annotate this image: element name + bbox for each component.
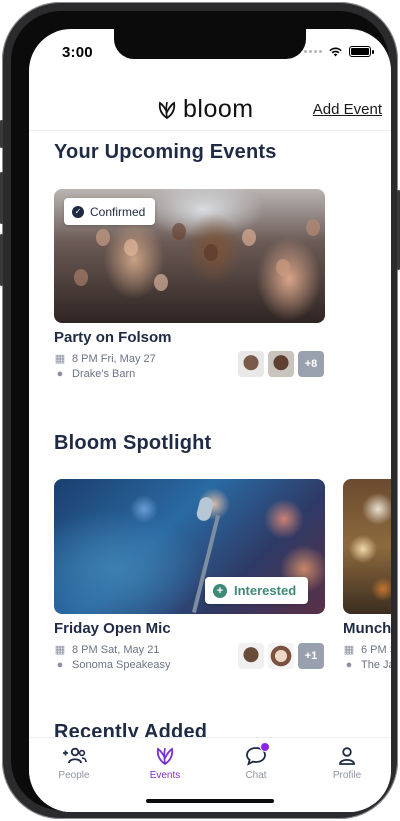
screen: 3:00 bloom Add Event Your Upcoming Event… — [29, 29, 391, 812]
volume-down-button — [0, 234, 3, 286]
phone-frame: 3:00 bloom Add Event Your Upcoming Event… — [0, 2, 400, 819]
notch — [114, 29, 306, 59]
interested-button-label: Interested — [234, 583, 297, 598]
tab-label: Events — [149, 770, 181, 781]
location-pin-icon: ● — [345, 659, 353, 671]
wifi-icon — [329, 47, 342, 57]
avatar — [268, 643, 294, 669]
section-title-upcoming: Your Upcoming Events — [54, 141, 277, 163]
avatar — [268, 351, 294, 377]
tab-people[interactable]: People — [44, 746, 104, 781]
spotlight-event-location-text-2: The Ja — [361, 659, 391, 671]
spotlight-event-location-2: ● The Ja — [343, 659, 391, 671]
upcoming-event-datetime: ▦ 8 PM Fri, May 27 — [54, 352, 156, 366]
spotlight-event-datetime: ▦ 8 PM Sat, May 21 — [54, 643, 160, 657]
chat-notification-dot — [260, 742, 270, 752]
status-time: 3:00 — [62, 44, 93, 61]
microphone-icon — [195, 495, 215, 523]
profile-icon — [339, 747, 355, 765]
bloom-logo: bloom — [157, 95, 254, 124]
confirmed-badge-label: Confirmed — [90, 204, 146, 219]
plus-icon: + — [213, 583, 227, 598]
calendar-icon: ▦ — [54, 353, 66, 365]
tab-label: Profile — [332, 770, 362, 781]
location-pin-icon: ● — [56, 368, 64, 380]
upcoming-event-datetime-text: 8 PM Fri, May 27 — [72, 352, 156, 365]
spotlight-event-title-2[interactable]: Munch — [343, 620, 391, 637]
tab-profile[interactable]: Profile — [317, 746, 377, 781]
tab-chat[interactable]: Chat — [226, 742, 286, 781]
spotlight-event-datetime-text-2: 6 PM S — [361, 643, 391, 656]
spotlight-event-datetime-2: ▦ 6 PM S — [343, 643, 391, 657]
status-icons — [304, 46, 374, 57]
spotlight-event-location-text: Sonoma Speakeasy — [72, 659, 171, 671]
spotlight-event-image-2[interactable] — [343, 479, 391, 614]
home-indicator[interactable] — [146, 799, 274, 803]
avatar — [238, 351, 264, 377]
bezel: 3:00 bloom Add Event Your Upcoming Event… — [11, 11, 391, 812]
more-attendees-count: +8 — [298, 351, 324, 377]
section-title-spotlight: Bloom Spotlight — [54, 432, 212, 454]
mute-switch — [0, 120, 3, 148]
tab-events[interactable]: Events — [135, 746, 195, 781]
tab-label: Chat — [245, 770, 267, 781]
avatar — [238, 643, 264, 669]
interested-button[interactable]: + Interested — [205, 577, 309, 604]
people-icon — [63, 747, 87, 764]
bloom-logo-icon — [158, 100, 176, 119]
spotlight-attendees[interactable]: +1 — [238, 643, 324, 669]
signal-icon — [304, 50, 322, 53]
spotlight-event-location: ● Sonoma Speakeasy — [54, 659, 171, 671]
spotlight-event-datetime-text: 8 PM Sat, May 21 — [72, 643, 160, 656]
calendar-icon: ▦ — [54, 644, 66, 656]
confirmed-badge: ✓ Confirmed — [64, 198, 156, 225]
upcoming-event-location-text: Drake's Barn — [72, 368, 136, 380]
location-pin-icon: ● — [56, 659, 64, 671]
more-attendees-count: +1 — [298, 643, 324, 669]
upcoming-attendees[interactable]: +8 — [238, 351, 324, 377]
events-icon — [156, 747, 174, 766]
add-event-link[interactable]: Add Event — [313, 101, 382, 118]
upcoming-event-title[interactable]: Party on Folsom — [54, 329, 172, 346]
spotlight-event-title[interactable]: Friday Open Mic — [54, 620, 171, 637]
app-header: bloom Add Event — [29, 79, 391, 131]
battery-icon — [349, 46, 374, 57]
upcoming-event-location: ● Drake's Barn — [54, 368, 136, 380]
volume-up-button — [0, 172, 3, 224]
logo-text: bloom — [183, 95, 254, 123]
tab-label: People — [58, 770, 90, 781]
check-icon: ✓ — [72, 205, 84, 218]
calendar-icon: ▦ — [343, 644, 355, 656]
